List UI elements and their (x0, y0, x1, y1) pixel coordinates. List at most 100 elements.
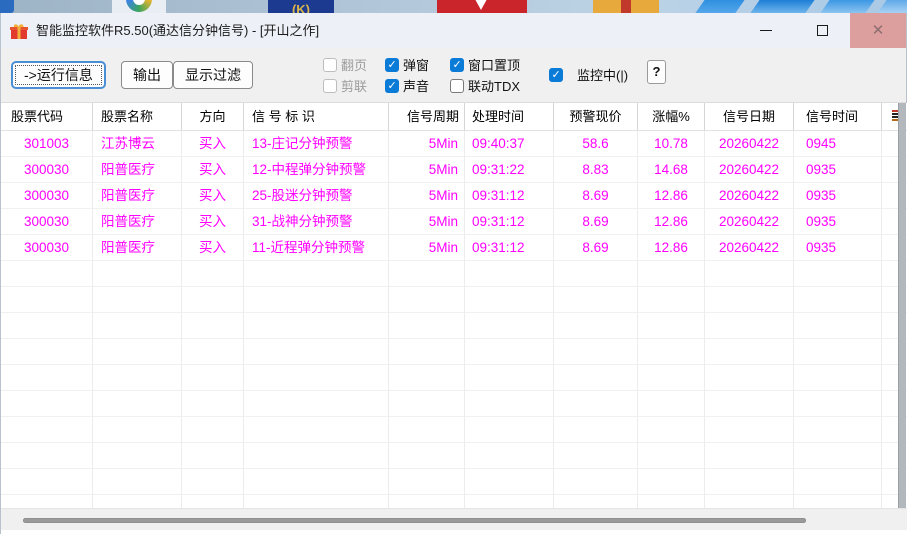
table-cell[interactable]: 8.69 (554, 209, 638, 235)
table-row[interactable]: 300030 阳普医疗 买入 25-股迷分钟预警 5Min 09:31:12 8.69 12.… (1, 183, 907, 209)
toolbar-button-3[interactable]: 显示过滤 (173, 61, 253, 89)
table-cell[interactable]: 0935 (794, 235, 882, 261)
table-cell[interactable]: 09:31:22 (465, 157, 554, 183)
table-cell[interactable]: 5Min (389, 235, 465, 261)
column-header[interactable]: 预警现价 (554, 103, 638, 131)
empty-cell (638, 313, 705, 339)
table-cell[interactable]: 0945 (794, 131, 882, 157)
table-cell[interactable]: 58.6 (554, 131, 638, 157)
empty-cell (705, 391, 794, 417)
titlebar[interactable]: 智能监控软件R5.50(通达信分钟信号) - [开山之作] ✕ (1, 13, 906, 48)
table-cell[interactable]: 阳普医疗 (93, 209, 182, 235)
checkbox[interactable] (450, 78, 464, 93)
table-cell[interactable]: 阳普医疗 (93, 183, 182, 209)
table-cell[interactable]: 25-股迷分钟预警 (244, 183, 389, 209)
table-cell[interactable]: 20260422 (705, 157, 794, 183)
table-cell[interactable]: 20260422 (705, 183, 794, 209)
table-cell[interactable]: 14.68 (638, 157, 705, 183)
table-cell[interactable]: 300030 (1, 157, 93, 183)
column-header[interactable]: 股票名称 (93, 103, 182, 131)
maximize-button[interactable] (794, 13, 850, 48)
table-cell[interactable]: 8.69 (554, 235, 638, 261)
checkbox[interactable] (323, 57, 337, 72)
table-cell[interactable]: 10.78 (638, 131, 705, 157)
column-header[interactable]: 信号时间 (794, 103, 882, 131)
toolbar-button-2[interactable]: 输出 (121, 61, 173, 89)
table-cell[interactable]: 20260422 (705, 209, 794, 235)
table-cell[interactable]: 31-战神分钟预警 (244, 209, 389, 235)
horizontal-scrollbar-thumb[interactable] (23, 518, 806, 523)
help-button[interactable]: ? (647, 60, 666, 84)
column-header[interactable]: 股票代码 (1, 103, 93, 131)
desktop-icon-fragment[interactable] (0, 0, 14, 13)
table-cell[interactable]: 5Min (389, 131, 465, 157)
table-cell[interactable]: 买入 (182, 209, 244, 235)
table-cell[interactable]: 江苏博云 (93, 131, 182, 157)
close-button[interactable]: ✕ (850, 13, 906, 48)
table-cell[interactable]: 0935 (794, 209, 882, 235)
table-row[interactable]: 300030 阳普医疗 买入 31-战神分钟预警 5Min 09:31:12 8.69 12.… (1, 209, 907, 235)
table-cell[interactable]: 阳普医疗 (93, 235, 182, 261)
empty-cell (465, 443, 554, 469)
table-cell[interactable]: 5Min (389, 183, 465, 209)
minimize-button[interactable] (738, 13, 794, 48)
checkbox[interactable] (385, 57, 399, 72)
table-cell[interactable]: 买入 (182, 235, 244, 261)
table-cell[interactable]: 12-中程弹分钟预警 (244, 157, 389, 183)
red-app-icon[interactable] (437, 0, 527, 13)
column-header[interactable]: 处理时间 (465, 103, 554, 131)
table-cell[interactable]: 09:31:12 (465, 235, 554, 261)
table-cell[interactable]: 301003 (1, 131, 93, 157)
table-cell[interactable]: 20260422 (705, 131, 794, 157)
table-cell[interactable]: 20260422 (705, 235, 794, 261)
table-cell[interactable]: 阳普医疗 (93, 157, 182, 183)
monitor-checkbox-row[interactable]: 监控中(|) (549, 65, 628, 84)
checkbox-row[interactable]: 窗口置顶 (450, 56, 520, 73)
checkbox-row[interactable]: 翻页 (323, 56, 367, 73)
table-cell[interactable]: 300030 (1, 209, 93, 235)
checkbox-row[interactable]: 弹窗 (385, 56, 429, 73)
browser-icon[interactable] (112, 0, 166, 13)
table-cell[interactable]: 12.86 (638, 235, 705, 261)
table-cell[interactable]: 5Min (389, 157, 465, 183)
table-cell[interactable]: 09:31:12 (465, 183, 554, 209)
horizontal-scrollbar-track[interactable] (1, 508, 907, 530)
table-row[interactable]: 300030 阳普医疗 买入 12-中程弹分钟预警 5Min 09:31:22 8.83 14… (1, 157, 907, 183)
column-header[interactable]: 信号周期 (389, 103, 465, 131)
table-cell[interactable]: 09:40:37 (465, 131, 554, 157)
table-cell[interactable]: 300030 (1, 183, 93, 209)
table-cell[interactable]: 11-近程弹分钟预警 (244, 235, 389, 261)
table-cell[interactable]: 买入 (182, 131, 244, 157)
empty-cell (554, 313, 638, 339)
table-cell[interactable]: 8.83 (554, 157, 638, 183)
table-cell[interactable]: 0935 (794, 183, 882, 209)
table-row[interactable]: 301003 江苏博云 买入 13-庄记分钟预警 5Min 09:40:37 58.6 10.… (1, 131, 907, 157)
toolbar-button-1[interactable]: ->运行信息 (11, 61, 106, 89)
table-cell[interactable]: 买入 (182, 157, 244, 183)
table-cell[interactable]: 13-庄记分钟预警 (244, 131, 389, 157)
checkbox-row[interactable]: 声音 (385, 77, 429, 94)
column-header[interactable]: 涨幅% (638, 103, 705, 131)
column-header[interactable]: 信号日期 (705, 103, 794, 131)
vertical-scrollbar[interactable] (898, 103, 906, 508)
column-header[interactable]: 方向 (182, 103, 244, 131)
table-cell[interactable]: 买入 (182, 183, 244, 209)
checkbox[interactable] (323, 78, 337, 93)
checkbox-row[interactable]: 联动TDX (450, 77, 520, 94)
checkbox[interactable] (450, 57, 464, 72)
table-cell[interactable]: 09:31:12 (465, 209, 554, 235)
table-cell[interactable]: 12.86 (638, 209, 705, 235)
table-cell[interactable]: 8.69 (554, 183, 638, 209)
k-app-icon[interactable]: (K) (268, 0, 334, 13)
table-row[interactable]: 300030 阳普医疗 买入 11-近程弹分钟预警 5Min 09:31:12 8.69 12… (1, 235, 907, 261)
monitor-checkbox[interactable] (549, 67, 563, 82)
empty-cell (705, 417, 794, 443)
checkbox[interactable] (385, 78, 399, 93)
checkbox-row[interactable]: 剪联 (323, 77, 367, 94)
table-cell[interactable]: 5Min (389, 209, 465, 235)
table-cell[interactable]: 300030 (1, 235, 93, 261)
column-header[interactable]: 信 号 标 识 (244, 103, 389, 131)
gift-app-icon[interactable] (593, 0, 659, 13)
table-cell[interactable]: 12.86 (638, 183, 705, 209)
table-cell[interactable]: 0935 (794, 157, 882, 183)
